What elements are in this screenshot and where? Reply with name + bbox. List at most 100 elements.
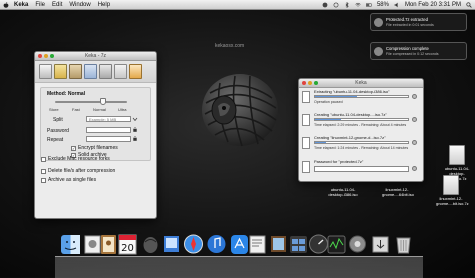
operation-item: Creating "linuxmint-12-gnome-d...iso.7z"… xyxy=(302,135,420,155)
split-dropdown-icon[interactable] xyxy=(132,116,138,122)
preview-icon[interactable] xyxy=(161,233,182,255)
keka-notification-icon xyxy=(374,18,383,27)
repeat-lock-icon xyxy=(133,136,137,141)
split-label: Split xyxy=(53,117,63,123)
archive-7z-icon xyxy=(302,137,310,149)
script-editor-icon[interactable] xyxy=(247,233,268,255)
password-request-title: Password for "protected.7z" xyxy=(314,159,364,164)
archive-single-checkbox[interactable] xyxy=(41,177,46,183)
password-label: Password xyxy=(47,128,69,134)
system-preferences-icon[interactable] xyxy=(347,233,368,255)
trash-icon[interactable] xyxy=(393,233,414,255)
desktop-file[interactable]: linuxmint-12-gnome-...64bit.iso xyxy=(382,186,414,197)
stop-button[interactable] xyxy=(412,140,417,145)
address-book-icon[interactable] xyxy=(98,233,119,255)
format-tar-icon[interactable] xyxy=(69,64,82,79)
resume-button[interactable] xyxy=(412,94,417,99)
archive-file-icon xyxy=(449,145,465,165)
cancel-button[interactable] xyxy=(412,166,417,171)
menu-edit[interactable]: Edit xyxy=(52,2,62,8)
compression-options-group: Method: Normal Store Fast Normal Ultra S… xyxy=(40,87,151,161)
apple-menu-icon[interactable] xyxy=(3,1,9,8)
keka-preferences-window: Keka - 7z Method: Normal Store Fast Norm… xyxy=(34,51,157,219)
disk-image-icon xyxy=(302,91,310,103)
desktop-file[interactable]: linuxmint-12-gnome-...bit.iso.7z xyxy=(436,175,469,206)
volume-icon[interactable] xyxy=(394,2,400,8)
finder-icon[interactable] xyxy=(60,233,81,255)
exclude-forks-checkbox[interactable] xyxy=(41,156,46,162)
safari-icon[interactable] xyxy=(183,233,204,255)
watermark-text: kekaosx.com xyxy=(215,43,245,49)
prefs-titlebar[interactable]: Keka - 7z xyxy=(35,52,156,61)
menu-file[interactable]: File xyxy=(35,2,45,8)
keka-icon[interactable] xyxy=(140,233,161,255)
password-input[interactable] xyxy=(86,127,131,133)
app-menu-keka[interactable]: Keka xyxy=(14,2,28,8)
calendar-day: 20 xyxy=(121,243,134,254)
activity-monitor-icon[interactable] xyxy=(326,233,347,255)
split-input[interactable]: Example: 5 MB xyxy=(86,116,131,122)
encrypt-filenames-row[interactable]: ✓ Encrypt filenames xyxy=(71,145,118,151)
prefs-window-title: Keka - 7z xyxy=(84,53,107,59)
format-toolbar xyxy=(35,61,156,83)
repeat-label: Repeat xyxy=(47,137,64,143)
progress-fill xyxy=(315,142,327,143)
repeat-password-input[interactable] xyxy=(86,136,131,142)
progress-titlebar[interactable]: Keka xyxy=(299,79,423,88)
keka-armadillo-wallpaper-logo xyxy=(202,74,278,147)
menubar-clock[interactable]: Mon Feb 20 3:31 PM xyxy=(405,2,461,8)
method-label: Method: Normal xyxy=(47,91,86,97)
keka-notification-icon xyxy=(374,47,383,56)
itunes-icon[interactable] xyxy=(206,233,227,255)
wifi-icon[interactable] xyxy=(355,2,361,8)
method-slider[interactable] xyxy=(55,98,127,105)
menu-help[interactable]: Help xyxy=(98,2,110,8)
menu-window[interactable]: Window xyxy=(69,2,90,8)
calendar-icon[interactable]: 20 xyxy=(117,233,138,255)
file-name: ubuntu-11.04-desktop-i386.iso xyxy=(328,187,358,197)
battery-icon[interactable] xyxy=(365,2,372,8)
method-slider-knob[interactable] xyxy=(100,98,107,105)
format-dmg-icon[interactable] xyxy=(114,64,127,79)
menu-bar: Keka File Edit Window Help 58% Mon Feb 2… xyxy=(0,0,475,10)
password-request-item: Password for "protected.7z" xyxy=(302,159,420,179)
format-7z-icon[interactable] xyxy=(39,64,52,79)
delete-after-checkbox[interactable] xyxy=(41,168,46,174)
battery-percent: 58% xyxy=(376,1,389,8)
exclude-forks-row[interactable]: Exclude Mac resource forks xyxy=(41,156,110,162)
notification[interactable]: Compression complete File compressed in … xyxy=(370,42,467,60)
progress-window-title: Keka xyxy=(355,80,367,86)
tick-normal: Normal xyxy=(93,107,106,112)
notification-text: File compressed in 0:12 seconds xyxy=(386,52,439,56)
tick-fast: Fast xyxy=(72,107,80,112)
exclude-forks-label: Exclude Mac resource forks xyxy=(48,156,110,162)
operation-title: Creating "ubuntu-11.04-desktop-...iso.7z… xyxy=(314,112,387,117)
archive-single-row[interactable]: Archive as single files xyxy=(41,177,96,183)
bluetooth-icon[interactable] xyxy=(344,1,350,8)
progress-fill xyxy=(315,119,342,120)
delete-after-row[interactable]: Delete file/s after compression xyxy=(41,168,115,174)
stop-button[interactable] xyxy=(412,117,417,122)
archive-file-icon xyxy=(443,175,459,195)
tick-store: Store xyxy=(49,107,59,112)
dock xyxy=(55,256,423,278)
format-zip-icon[interactable] xyxy=(54,64,67,79)
downloads-stack-icon[interactable] xyxy=(370,233,391,255)
tick-ultra: Ultra xyxy=(118,107,127,112)
encrypt-filenames-checkbox[interactable]: ✓ xyxy=(71,145,76,151)
notification-text: File extracted in 0:01 seconds xyxy=(386,23,434,27)
spotlight-icon[interactable] xyxy=(466,1,472,8)
archive-password-input[interactable] xyxy=(314,166,409,172)
archive-single-label: Archive as single files xyxy=(48,177,97,183)
status-area: 58% Mon Feb 20 3:31 PM xyxy=(322,1,472,8)
mission-control-icon[interactable] xyxy=(288,233,309,255)
photos-icon[interactable] xyxy=(268,233,289,255)
format-iso-icon[interactable] xyxy=(129,64,142,79)
notification[interactable]: Protected.7z extracted File extracted in… xyxy=(370,13,467,31)
format-bzip2-icon[interactable] xyxy=(99,64,112,79)
format-gzip-icon[interactable] xyxy=(84,64,97,79)
timemachine-icon[interactable] xyxy=(333,2,339,8)
operation-item: Extracting "ubuntu-11.04-desktop-i386.is… xyxy=(302,89,420,109)
keka-status-icon[interactable] xyxy=(322,2,328,8)
desktop-file[interactable]: ubuntu-11.04-desktop-i386.iso xyxy=(328,186,358,197)
